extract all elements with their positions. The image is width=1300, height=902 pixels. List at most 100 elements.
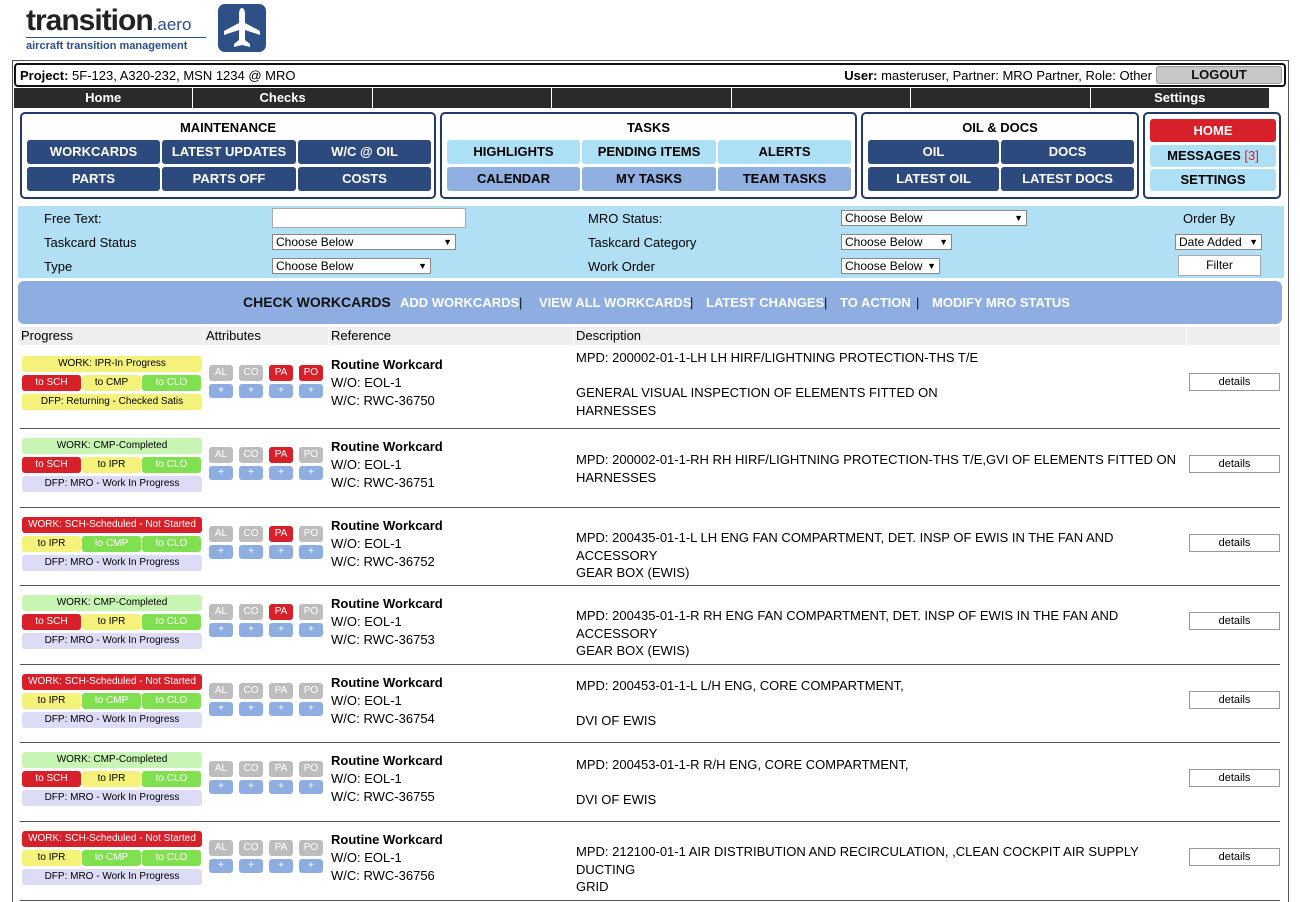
details-button[interactable]: details xyxy=(1189,455,1280,473)
type-select[interactable]: Choose Below ▼ xyxy=(272,258,431,274)
attr-po-badge[interactable]: PO xyxy=(299,761,323,777)
home-button[interactable]: HOME xyxy=(1150,119,1276,142)
attr-co-badge[interactable]: CO xyxy=(239,365,263,381)
add-workcards-link[interactable]: ADD WORKCARDS xyxy=(400,295,519,310)
attr-po-badge[interactable]: PO xyxy=(299,840,323,856)
latest-updates-button[interactable]: LATEST UPDATES xyxy=(162,140,296,164)
taskcard-category-select[interactable]: Choose Below ▼ xyxy=(841,234,952,250)
transition-button[interactable]: to CLO xyxy=(142,457,201,473)
attr-co-badge[interactable]: CO xyxy=(239,526,263,542)
transition-button[interactable]: to IPR xyxy=(82,614,141,630)
my-tasks-button[interactable]: MY TASKS xyxy=(582,167,716,191)
attr-al-badge[interactable]: AL xyxy=(209,840,233,856)
transition-button[interactable]: to CLO xyxy=(142,771,201,787)
mro-status-select[interactable]: Choose Below ▼ xyxy=(841,210,1027,226)
attr-pa-badge[interactable]: PA xyxy=(269,526,293,542)
nav-home[interactable]: Home xyxy=(14,88,194,108)
settings-button[interactable]: SETTINGS xyxy=(1150,169,1276,191)
transition-button[interactable]: to IPR xyxy=(82,771,141,787)
attr-pa-badge[interactable]: PA xyxy=(269,604,293,620)
attr-pa-add-button[interactable]: + xyxy=(269,780,293,794)
transition-button[interactable]: to IPR xyxy=(82,457,141,473)
parts-button[interactable]: PARTS xyxy=(27,167,160,191)
attr-al-badge[interactable]: AL xyxy=(209,526,233,542)
attr-pa-badge[interactable]: PA xyxy=(269,683,293,699)
check-workcards-tab[interactable]: CHECK WORKCARDS xyxy=(243,294,391,310)
details-button[interactable]: details xyxy=(1189,373,1280,391)
details-button[interactable]: details xyxy=(1189,612,1280,630)
attr-co-badge[interactable]: CO xyxy=(239,604,263,620)
attr-pa-badge[interactable]: PA xyxy=(269,840,293,856)
attr-po-add-button[interactable]: + xyxy=(299,780,323,794)
attr-pa-badge[interactable]: PA xyxy=(269,365,293,381)
free-text-input[interactable] xyxy=(272,208,466,228)
transition-button[interactable]: to SCH xyxy=(22,771,81,787)
filter-button[interactable]: Filter xyxy=(1178,255,1261,276)
workcards-button[interactable]: WORKCARDS xyxy=(27,140,160,164)
transition-button[interactable]: to CLO xyxy=(142,375,201,391)
attr-po-add-button[interactable]: + xyxy=(299,859,323,873)
attr-po-add-button[interactable]: + xyxy=(299,623,323,637)
details-button[interactable]: details xyxy=(1189,769,1280,787)
attr-po-add-button[interactable]: + xyxy=(299,702,323,716)
attr-po-badge[interactable]: PO xyxy=(299,447,323,463)
attr-al-add-button[interactable]: + xyxy=(209,466,233,480)
transition-button[interactable]: to CMP xyxy=(82,850,141,866)
transition-button[interactable]: to CMP xyxy=(82,536,141,552)
attr-pa-add-button[interactable]: + xyxy=(269,702,293,716)
attr-co-add-button[interactable]: + xyxy=(239,702,263,716)
attr-pa-badge[interactable]: PA xyxy=(269,447,293,463)
attr-co-badge[interactable]: CO xyxy=(239,761,263,777)
attr-po-badge[interactable]: PO xyxy=(299,683,323,699)
messages-button[interactable]: MESSAGES [3] xyxy=(1150,145,1276,167)
transition-button[interactable]: to SCH xyxy=(22,375,81,391)
details-button[interactable]: details xyxy=(1189,534,1280,552)
attr-al-badge[interactable]: AL xyxy=(209,447,233,463)
transition-button[interactable]: to CLO xyxy=(142,850,201,866)
team-tasks-button[interactable]: TEAM TASKS xyxy=(718,167,851,191)
calendar-button[interactable]: CALENDAR xyxy=(447,167,580,191)
attr-po-badge[interactable]: PO xyxy=(299,604,323,620)
attr-al-badge[interactable]: AL xyxy=(209,365,233,381)
attr-al-add-button[interactable]: + xyxy=(209,384,233,398)
attr-pa-add-button[interactable]: + xyxy=(269,623,293,637)
highlights-button[interactable]: HIGHLIGHTS xyxy=(447,140,580,164)
modify-mro-status-link[interactable]: MODIFY MRO STATUS xyxy=(932,295,1070,310)
attr-pa-add-button[interactable]: + xyxy=(269,859,293,873)
attr-pa-add-button[interactable]: + xyxy=(269,384,293,398)
attr-al-add-button[interactable]: + xyxy=(209,702,233,716)
transition-button[interactable]: to CMP xyxy=(82,375,141,391)
to-action-link[interactable]: TO ACTION xyxy=(840,295,911,310)
attr-al-add-button[interactable]: + xyxy=(209,623,233,637)
attr-pa-add-button[interactable]: + xyxy=(269,545,293,559)
costs-button[interactable]: COSTS xyxy=(298,167,431,191)
logo[interactable]: transition.aero aircraft transition mana… xyxy=(26,2,276,58)
transition-button[interactable]: to CLO xyxy=(142,614,201,630)
logout-button[interactable]: LOGOUT xyxy=(1156,66,1282,84)
docs-button[interactable]: DOCS xyxy=(1001,140,1134,164)
transition-button[interactable]: to CLO xyxy=(142,536,201,552)
nav-checks[interactable]: Checks xyxy=(193,88,373,108)
attr-al-add-button[interactable]: + xyxy=(209,780,233,794)
work-order-select[interactable]: Choose Below ▼ xyxy=(841,258,940,274)
transition-button[interactable]: to SCH xyxy=(22,614,81,630)
details-button[interactable]: details xyxy=(1189,691,1280,709)
details-button[interactable]: details xyxy=(1189,848,1280,866)
transition-button[interactable]: to CLO xyxy=(142,693,201,709)
attr-al-badge[interactable]: AL xyxy=(209,683,233,699)
transition-button[interactable]: to IPR xyxy=(22,693,81,709)
attr-co-add-button[interactable]: + xyxy=(239,466,263,480)
view-all-workcards-link[interactable]: VIEW ALL WORKCARDS xyxy=(539,295,691,310)
attr-al-badge[interactable]: AL xyxy=(209,604,233,620)
latest-changes-link[interactable]: LATEST CHANGES xyxy=(706,295,824,310)
attr-co-add-button[interactable]: + xyxy=(239,545,263,559)
attr-al-add-button[interactable]: + xyxy=(209,545,233,559)
taskcard-status-select[interactable]: Choose Below ▼ xyxy=(272,234,456,250)
nav-settings[interactable]: Settings xyxy=(1091,88,1269,108)
attr-co-badge[interactable]: CO xyxy=(239,683,263,699)
attr-po-badge[interactable]: PO xyxy=(299,365,323,381)
latest-oil-button[interactable]: LATEST OIL xyxy=(868,167,999,191)
latest-docs-button[interactable]: LATEST DOCS xyxy=(1001,167,1134,191)
attr-al-add-button[interactable]: + xyxy=(209,859,233,873)
attr-po-add-button[interactable]: + xyxy=(299,466,323,480)
